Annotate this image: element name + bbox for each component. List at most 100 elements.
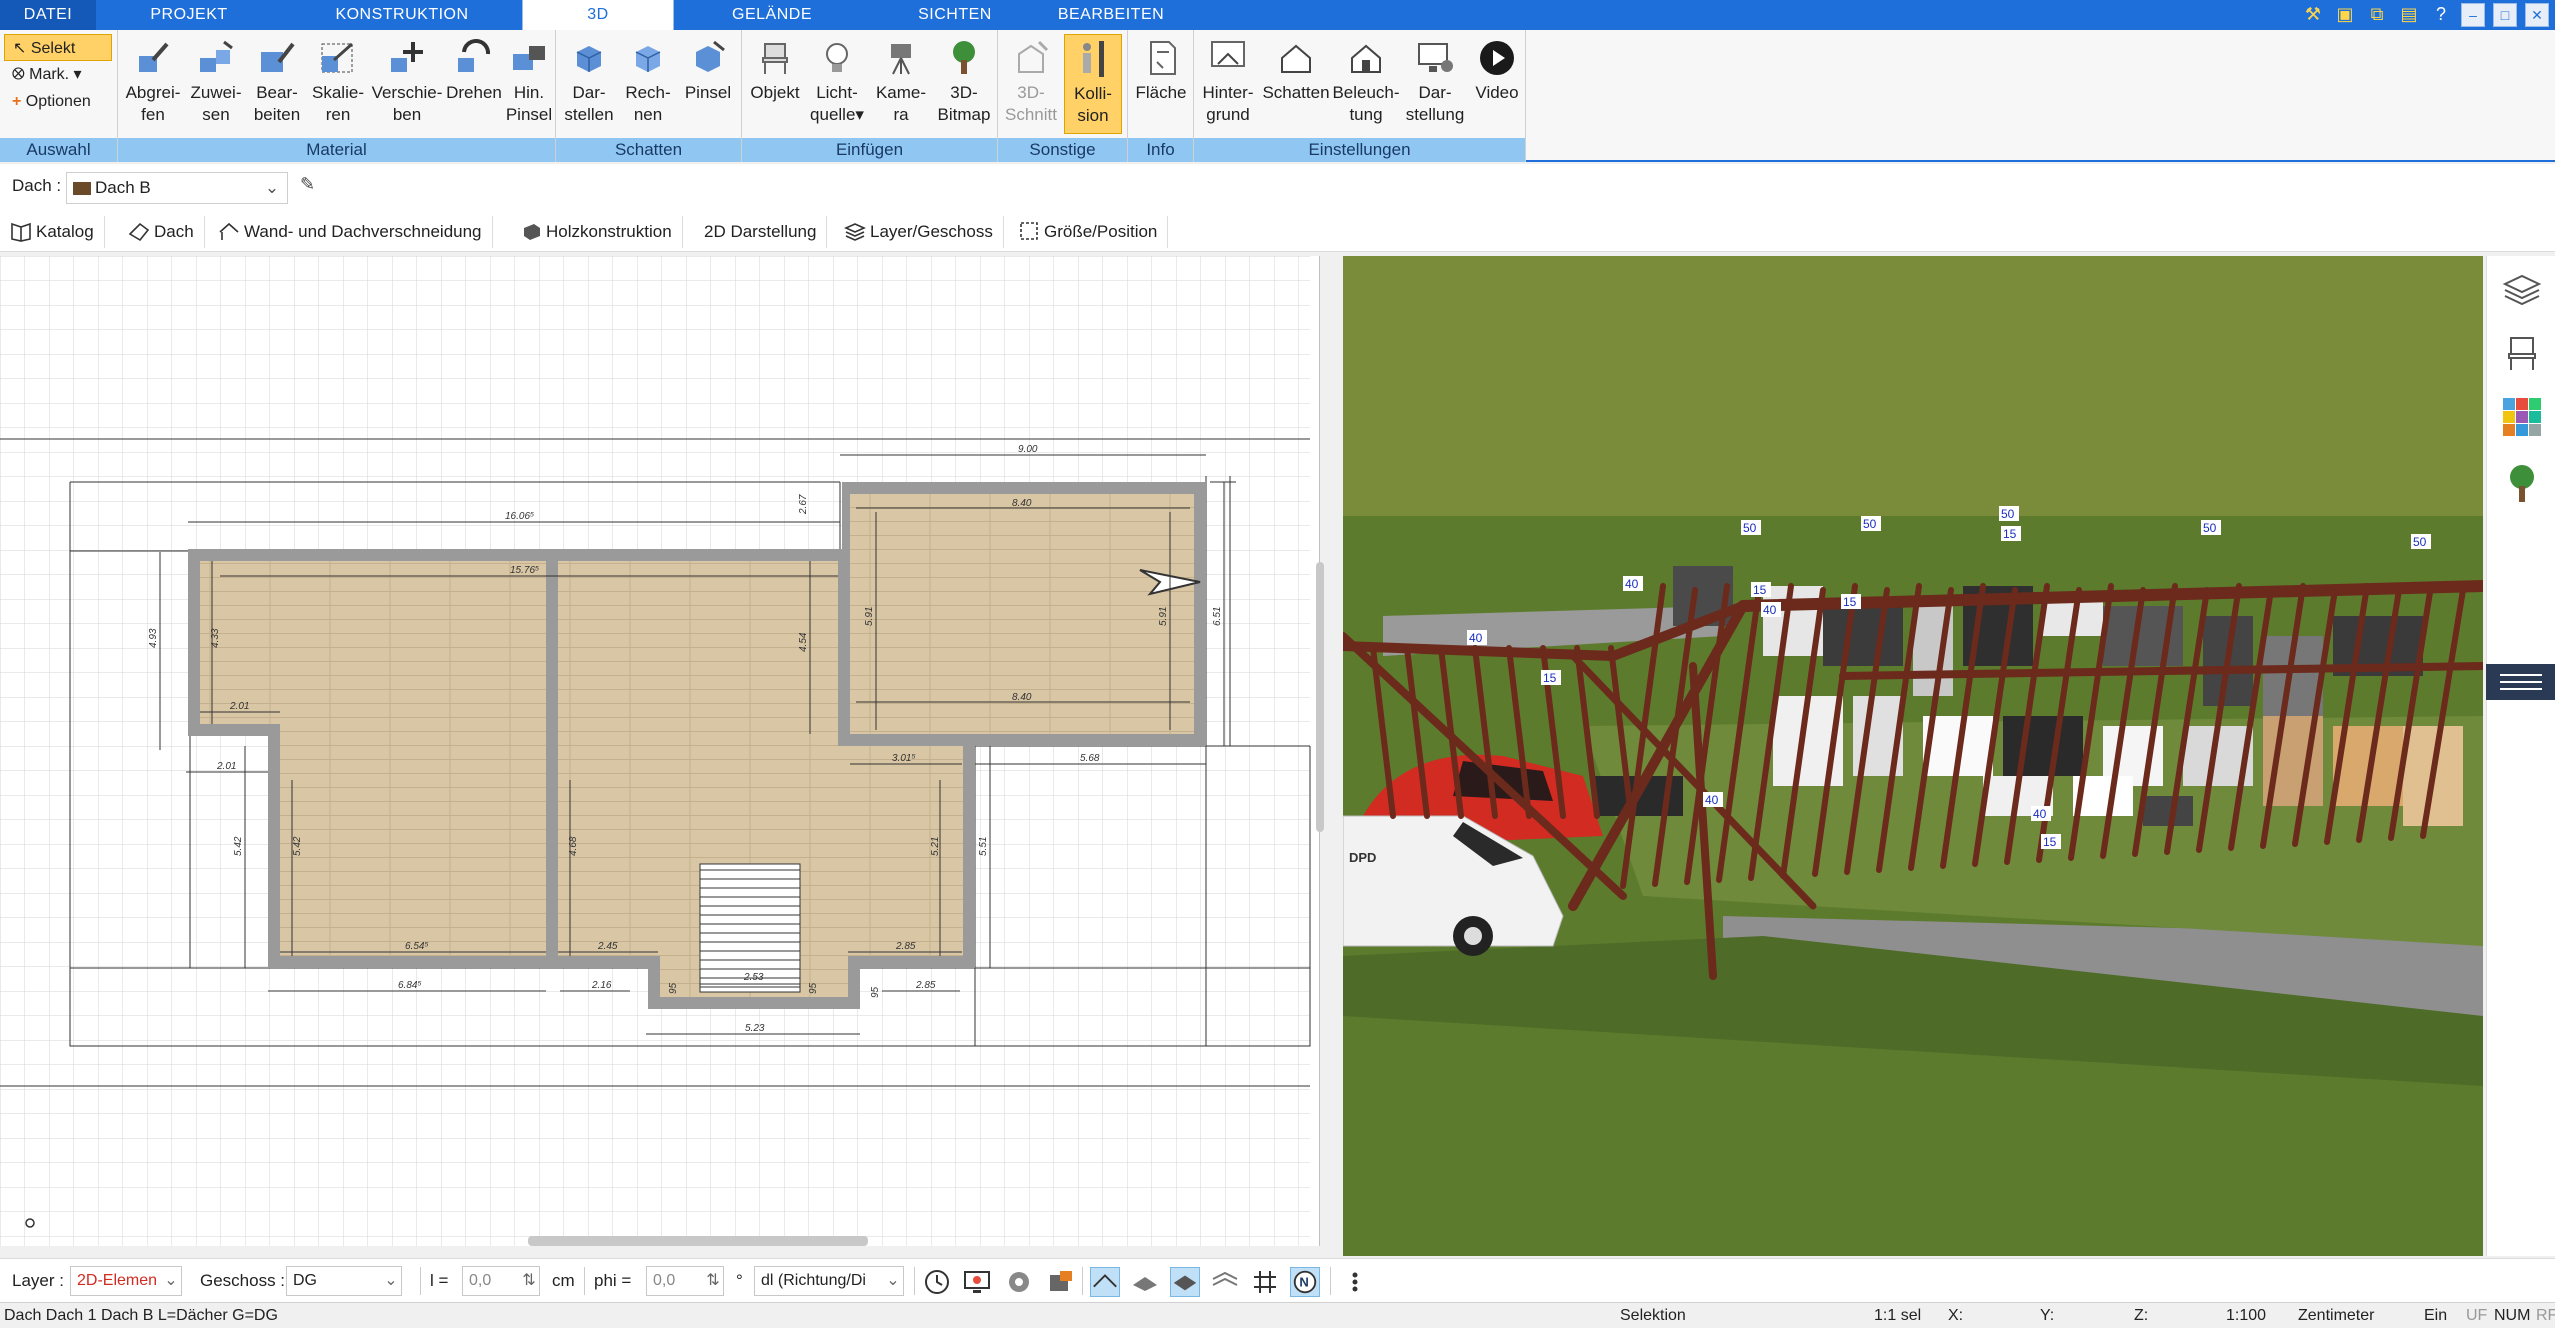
layers-icon[interactable] xyxy=(2501,270,2543,312)
view-splitter[interactable] xyxy=(1328,256,1340,1256)
kollision-button[interactable]: Kolli-sion xyxy=(1064,34,1122,134)
window-icon[interactable]: ▣ xyxy=(2333,3,2357,27)
btn-line1: Kolli- xyxy=(1074,84,1112,103)
optionen-button[interactable]: + Optionen xyxy=(4,88,112,115)
tab-3d[interactable]: 3D xyxy=(522,0,674,30)
2d-darstellung-button[interactable]: 2D Darstellung xyxy=(704,216,828,248)
drehen-button[interactable]: Drehen xyxy=(446,34,502,134)
skalieren-button[interactable]: Skalie-ren xyxy=(308,34,368,134)
hin-pinsel-button[interactable]: Hin. Pinsel xyxy=(504,34,554,134)
monitor-icon[interactable] xyxy=(962,1267,992,1297)
roof-view-icon[interactable] xyxy=(1090,1267,1120,1297)
selekt-button[interactable]: ↖ Selekt xyxy=(4,34,112,61)
group-label-auswahl: Auswahl xyxy=(0,138,117,162)
katalog-button[interactable]: Katalog xyxy=(10,216,105,248)
group-auswahl: ↖ Selekt ⭙ Mark. ▾ + Optionen Auswahl xyxy=(0,30,118,162)
verschieben-button[interactable]: Verschie-ben xyxy=(370,34,444,134)
more-options-icon[interactable] xyxy=(1340,1267,1370,1297)
wand-dachverschneidung-button[interactable]: Wand- und Dachverschneidung xyxy=(218,216,493,248)
tab-konstruktion[interactable]: KONSTRUKTION xyxy=(282,0,522,30)
layout-icon[interactable]: ▤ xyxy=(2397,3,2421,27)
dimension-label: 2.85 xyxy=(915,980,936,991)
tab-bearbeiten[interactable]: BEARBEITEN xyxy=(1040,0,1182,30)
dach-row: Dach : Dach B ⌄ ✎ xyxy=(0,164,2555,212)
btn-line1: 3D- xyxy=(950,83,978,102)
btn-line1: Zuwei- xyxy=(190,83,242,102)
direction-select[interactable]: dl (Richtung/Di ⌄ xyxy=(754,1266,904,1296)
help-icon[interactable]: ? xyxy=(2429,3,2453,27)
status-y: Y: xyxy=(2040,1307,2055,1324)
video-button[interactable]: Video xyxy=(1470,34,1524,134)
objekt-button[interactable]: Objekt xyxy=(746,34,804,134)
panel-menu-handle[interactable] xyxy=(2486,664,2555,700)
schatten-einst-button[interactable]: Schatten xyxy=(1262,34,1330,134)
dach-button[interactable]: Dach xyxy=(128,216,205,248)
plan-vertical-scrollbar[interactable] xyxy=(1316,562,1324,832)
object-icon[interactable] xyxy=(1046,1267,1076,1297)
darstellung-button[interactable]: Dar-stellung xyxy=(1402,34,1468,134)
phi-label: phi = xyxy=(594,1271,632,1290)
floor-view-icon[interactable] xyxy=(1170,1267,1200,1297)
layer-geschoss-button[interactable]: Layer/Geschoss xyxy=(844,216,1004,248)
phi-input[interactable]: 0,0 ⇅ xyxy=(646,1266,724,1296)
holzkonstruktion-button[interactable]: Holzkonstruktion xyxy=(520,216,683,248)
clock-icon[interactable] xyxy=(922,1267,952,1297)
darstellen-button[interactable]: Dar-stellen xyxy=(560,34,618,134)
north-icon[interactable]: N xyxy=(1290,1267,1320,1297)
zuweisen-button[interactable]: Zuwei-sen xyxy=(186,34,246,134)
kamera-button[interactable]: Kame-ra xyxy=(870,34,932,134)
floor-plan[interactable]: 9.00 16.06⁵ 2.67 8.40 15.76⁵ 4.93 4.33 4.54 5.91… xyxy=(0,256,1320,1246)
layer-select[interactable]: 2D-Elemen ⌄ xyxy=(70,1266,182,1296)
restore-button[interactable]: □ xyxy=(2493,3,2517,27)
ceiling-view-icon[interactable] xyxy=(1210,1267,1240,1297)
wall-view-icon[interactable] xyxy=(1130,1267,1160,1297)
materials-icon[interactable] xyxy=(2501,396,2543,438)
dimension-label: 95 xyxy=(808,982,819,994)
groesse-position-button[interactable]: Größe/Position xyxy=(1018,216,1169,248)
pinsel-button[interactable]: Pinsel xyxy=(678,34,738,134)
geschoss-select[interactable]: DG ⌄ xyxy=(286,1266,402,1296)
lichtquelle-button[interactable]: Licht-quelle▾ xyxy=(806,34,868,134)
stepper-icon[interactable]: ⇅ xyxy=(703,1267,723,1295)
measure-tag: 15 xyxy=(2043,835,2057,849)
tab-projekt[interactable]: PROJEKT xyxy=(96,0,282,30)
furniture-icon[interactable] xyxy=(2501,332,2543,374)
measure-tag: 40 xyxy=(1625,577,1639,591)
dimension-label: 6.51 xyxy=(1212,607,1223,626)
flaeche-button[interactable]: Fläche xyxy=(1132,34,1190,134)
render-settings-icon[interactable] xyxy=(1004,1267,1034,1297)
dach-select[interactable]: Dach B ⌄ xyxy=(66,172,288,204)
abgreifen-button[interactable]: Abgrei-fen xyxy=(122,34,184,134)
rechnen-button[interactable]: Rech-nen xyxy=(620,34,676,134)
pen-icon[interactable]: ✎ xyxy=(300,174,326,202)
cascade-icon[interactable]: ⧉ xyxy=(2365,3,2389,27)
tools-icon[interactable]: ⚒ xyxy=(2301,3,2325,27)
minimize-button[interactable]: – xyxy=(2461,3,2485,27)
pipette-icon xyxy=(139,42,169,72)
3d-bitmap-button[interactable]: 3D- Bitmap xyxy=(934,34,994,134)
chevron-down-icon[interactable]: ⌄ xyxy=(261,173,283,203)
beleuchtung-button[interactable]: Beleuch-tung xyxy=(1332,34,1400,134)
l-input[interactable]: 0,0 ⇅ xyxy=(462,1266,540,1296)
plan-horizontal-scrollbar[interactable] xyxy=(528,1236,868,1246)
3d-scene[interactable]: DPD 50 50 50 50 50 40 40 40 40 40 15 15 15 15 15 xyxy=(1343,256,2483,1256)
side-panel xyxy=(2486,256,2555,1256)
3d-schnitt-button[interactable]: 3D- Schnitt xyxy=(1002,34,1060,134)
status-rf: RF xyxy=(2536,1307,2555,1324)
3d-view[interactable]: DPD 50 50 50 50 50 40 40 40 40 40 15 15 15 15 15 xyxy=(1343,256,2483,1256)
tab-sichten[interactable]: SICHTEN xyxy=(870,0,1040,30)
plan-view[interactable]: 9.00 16.06⁵ 2.67 8.40 15.76⁵ 4.93 4.33 4.54 5.91… xyxy=(0,256,1320,1246)
close-button[interactable]: ✕ xyxy=(2525,3,2549,27)
tree-icon[interactable] xyxy=(2501,462,2543,504)
van-logo-text: DPD xyxy=(1349,850,1376,865)
hintergrund-button[interactable]: Hinter-grund xyxy=(1196,34,1260,134)
dimension-label: 5.91 xyxy=(1158,607,1169,626)
grid-icon[interactable] xyxy=(1250,1267,1280,1297)
btn-line1: Video xyxy=(1475,83,1519,102)
mark-button[interactable]: ⭙ Mark. ▾ xyxy=(4,61,112,88)
stepper-icon[interactable]: ⇅ xyxy=(519,1267,539,1295)
bearbeiten-button[interactable]: Bear-beiten xyxy=(248,34,306,134)
tab-datei[interactable]: DATEI xyxy=(0,0,96,30)
tab-gelaende[interactable]: GELÄNDE xyxy=(674,0,870,30)
dimension-label: 4.93 xyxy=(148,628,159,648)
